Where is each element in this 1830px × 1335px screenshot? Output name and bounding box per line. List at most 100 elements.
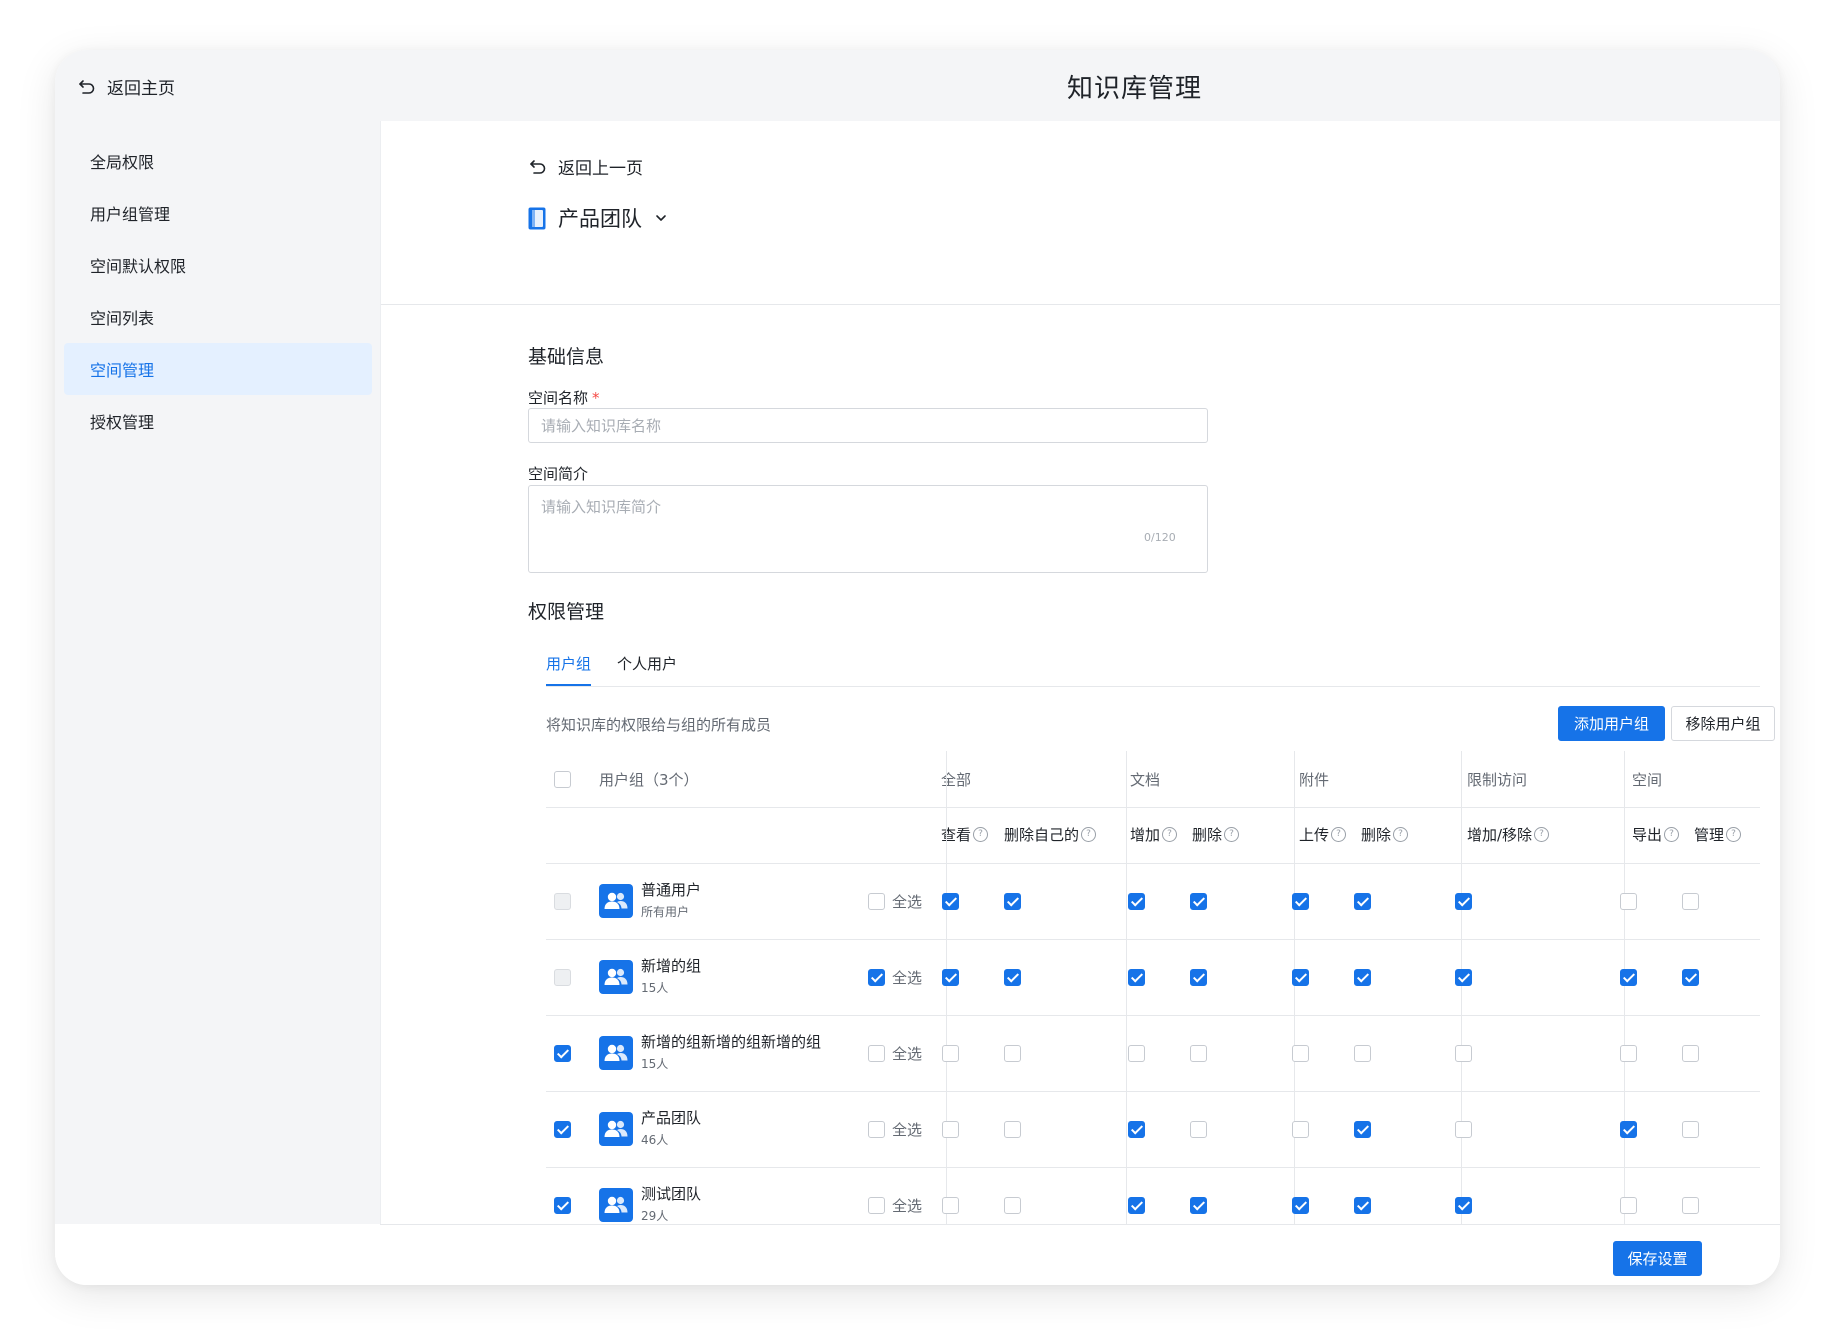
permission-checkbox-export[interactable] xyxy=(1620,1121,1637,1138)
permission-checkbox-attachment-delete[interactable] xyxy=(1354,969,1371,986)
sidebar-item-label: 全局权限 xyxy=(90,153,155,172)
permission-checkbox-delete-own[interactable] xyxy=(1004,1045,1021,1062)
row-checkbox[interactable] xyxy=(554,1045,571,1062)
save-settings-button[interactable]: 保存设置 xyxy=(1613,1241,1702,1276)
permission-checkbox-upload[interactable] xyxy=(1292,969,1309,986)
select-all-checkbox[interactable] xyxy=(868,893,885,910)
permission-checkbox-upload[interactable] xyxy=(1292,1045,1309,1062)
permission-checkbox-delete-own[interactable] xyxy=(1004,1121,1021,1138)
permission-checkbox-delete-own[interactable] xyxy=(1004,1197,1021,1214)
permission-checkbox-doc-add[interactable] xyxy=(1128,1121,1145,1138)
permission-checkbox-doc-add[interactable] xyxy=(1128,969,1145,986)
permission-checkbox-export[interactable] xyxy=(1620,1045,1637,1062)
select-all-checkbox[interactable] xyxy=(868,1121,885,1138)
permission-checkbox-attachment-delete[interactable] xyxy=(1354,1121,1371,1138)
help-icon[interactable]: ? xyxy=(1534,827,1550,842)
sidebar-item-global-permissions[interactable]: 全局权限 xyxy=(64,135,372,187)
permission-checkbox-upload[interactable] xyxy=(1292,1197,1309,1214)
permission-checkbox-view[interactable] xyxy=(942,1197,959,1214)
select-all-groups-checkbox[interactable] xyxy=(554,771,571,788)
permission-checkbox-upload[interactable] xyxy=(1292,1121,1309,1138)
basic-info-title: 基础信息 xyxy=(528,346,605,368)
permission-checkbox-upload[interactable] xyxy=(1292,893,1309,910)
sidebar-item-user-groups[interactable]: 用户组管理 xyxy=(64,187,372,239)
row-checkbox xyxy=(554,893,571,910)
row-checkbox[interactable] xyxy=(554,1121,571,1138)
sidebar-item-label: 授权管理 xyxy=(90,413,155,432)
permission-checkbox-delete-own[interactable] xyxy=(1004,969,1021,986)
permission-checkbox-manage[interactable] xyxy=(1682,969,1699,986)
permission-checkbox-manage[interactable] xyxy=(1682,1045,1699,1062)
permission-checkbox-view[interactable] xyxy=(942,969,959,986)
permission-checkbox-doc-delete[interactable] xyxy=(1190,1197,1207,1214)
return-icon xyxy=(530,159,546,174)
permission-tabs: 用户组 个人用户 xyxy=(546,653,677,686)
sidebar-item-authorization[interactable]: 授权管理 xyxy=(64,395,372,447)
permission-checkbox-view[interactable] xyxy=(942,893,959,910)
permission-checkbox-restrict-add-remove[interactable] xyxy=(1455,1121,1472,1138)
select-all-checkbox[interactable] xyxy=(868,969,885,986)
sidebar: 全局权限 用户组管理 空间默认权限 空间列表 空间管理 授权管理 xyxy=(55,121,380,1224)
help-icon[interactable]: ? xyxy=(1162,827,1178,842)
subheader-label: 删除自己的 xyxy=(1004,826,1080,844)
permission-checkbox-doc-add[interactable] xyxy=(1128,1197,1145,1214)
sidebar-item-space-default-permissions[interactable]: 空间默认权限 xyxy=(64,239,372,291)
row-checkbox[interactable] xyxy=(554,1197,571,1214)
permission-checkbox-doc-delete[interactable] xyxy=(1190,1045,1207,1062)
permission-checkbox-restrict-add-remove[interactable] xyxy=(1455,969,1472,986)
subheader-delete-own: 删除自己的? xyxy=(1004,824,1097,845)
help-icon[interactable]: ? xyxy=(1726,827,1742,842)
permission-checkbox-restrict-add-remove[interactable] xyxy=(1455,893,1472,910)
help-icon[interactable]: ? xyxy=(1081,827,1097,842)
subheader-export: 导出? xyxy=(1632,824,1680,845)
permission-checkbox-view[interactable] xyxy=(942,1121,959,1138)
help-icon[interactable]: ? xyxy=(1664,827,1680,842)
permission-checkbox-manage[interactable] xyxy=(1682,1121,1699,1138)
help-icon[interactable]: ? xyxy=(1331,827,1347,842)
select-all-checkbox[interactable] xyxy=(868,1197,885,1214)
permission-checkbox-doc-delete[interactable] xyxy=(1190,1121,1207,1138)
permission-checkbox-restrict-add-remove[interactable] xyxy=(1455,1197,1472,1214)
permission-checkbox-doc-delete[interactable] xyxy=(1190,893,1207,910)
permission-checkbox-manage[interactable] xyxy=(1682,1197,1699,1214)
group-row-regular-users xyxy=(546,863,1760,939)
permission-checkbox-restrict-add-remove[interactable] xyxy=(1455,1045,1472,1062)
help-icon[interactable]: ? xyxy=(973,827,989,842)
sidebar-item-space-list[interactable]: 空间列表 xyxy=(64,291,372,343)
permission-checkbox-export[interactable] xyxy=(1620,969,1637,986)
return-icon xyxy=(79,79,95,94)
permission-checkbox-manage[interactable] xyxy=(1682,893,1699,910)
select-all-checkbox[interactable] xyxy=(868,1045,885,1062)
space-name-input[interactable] xyxy=(528,408,1208,443)
sidebar-footer xyxy=(55,1224,380,1285)
space-desc-input[interactable] xyxy=(528,485,1208,573)
space-name-label-text: 空间名称 xyxy=(528,389,589,407)
permission-checkbox-export[interactable] xyxy=(1620,1197,1637,1214)
permission-checkbox-delete-own[interactable] xyxy=(1004,893,1021,910)
permission-checkbox-export[interactable] xyxy=(1620,893,1637,910)
category-header-restricted-access: 限制访问 xyxy=(1467,771,1528,789)
select-all-label: 全选 xyxy=(892,1121,923,1139)
remove-user-group-button[interactable]: 移除用户组 xyxy=(1671,706,1775,741)
tab-user-groups[interactable]: 用户组 xyxy=(546,653,592,686)
help-icon[interactable]: ? xyxy=(1224,827,1240,842)
permission-checkbox-doc-add[interactable] xyxy=(1128,893,1145,910)
back-previous-button[interactable]: 返回上一页 xyxy=(528,154,643,179)
sidebar-item-space-management[interactable]: 空间管理 xyxy=(64,343,372,395)
permission-checkbox-doc-delete[interactable] xyxy=(1190,969,1207,986)
help-icon[interactable]: ? xyxy=(1393,827,1409,842)
permission-checkbox-view[interactable] xyxy=(942,1045,959,1062)
space-selector[interactable]: 产品团队 xyxy=(528,203,668,233)
users-icon xyxy=(604,1120,628,1137)
permission-checkbox-attachment-delete[interactable] xyxy=(1354,893,1371,910)
permission-checkbox-attachment-delete[interactable] xyxy=(1354,1045,1371,1062)
permission-checkbox-doc-add[interactable] xyxy=(1128,1045,1145,1062)
group-name: 普通用户 xyxy=(641,881,702,899)
back-home-button[interactable]: 返回主页 xyxy=(77,74,175,99)
subheader-label: 删除 xyxy=(1361,826,1392,844)
permission-checkbox-attachment-delete[interactable] xyxy=(1354,1197,1371,1214)
subheader-add-remove: 增加/移除? xyxy=(1467,824,1550,845)
row-checkbox xyxy=(554,969,571,986)
add-user-group-button[interactable]: 添加用户组 xyxy=(1558,706,1665,741)
tab-individual-users[interactable]: 个人用户 xyxy=(617,653,677,686)
